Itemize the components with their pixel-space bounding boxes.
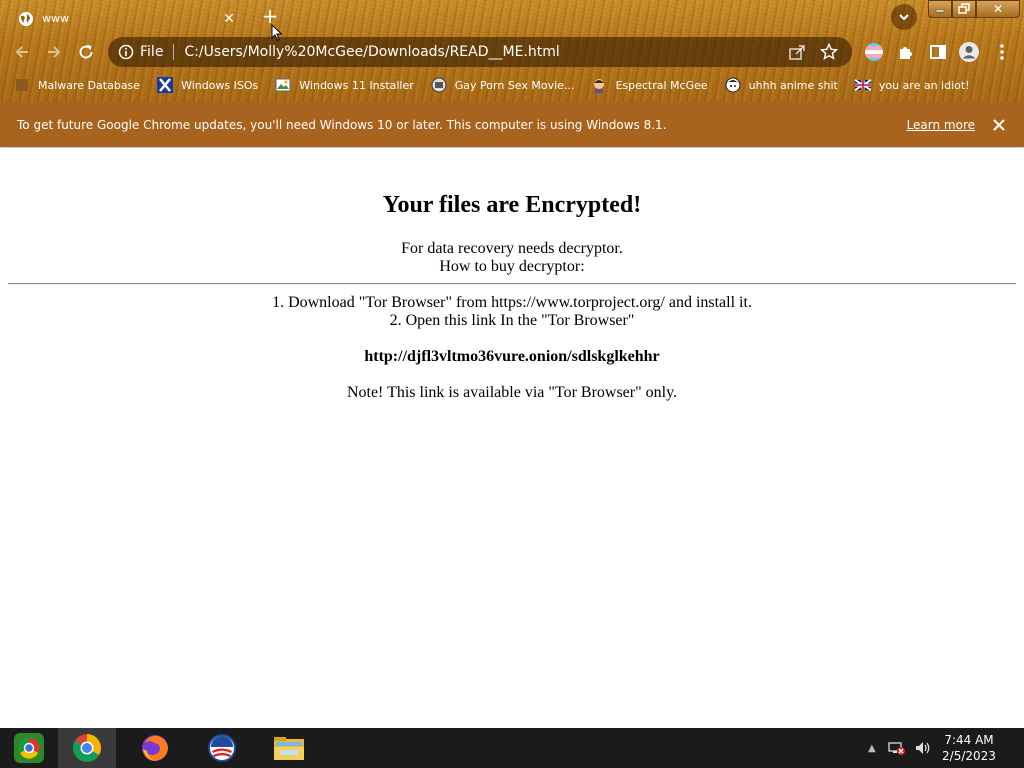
scheme-label: File <box>140 44 175 60</box>
network-disconnected-icon[interactable] <box>888 740 906 756</box>
bookmark-item[interactable]: Windows 11 Installer <box>275 77 414 93</box>
system-tray: ▲ <box>868 728 932 768</box>
uk-flag-icon <box>854 77 871 93</box>
bookmarks-bar: Malware Database Windows ISOs Windows 11… <box>0 71 1024 99</box>
taskbar-obama-app[interactable] <box>193 728 251 768</box>
page-content: Your files are Encrypted! For data recov… <box>0 148 1024 728</box>
restore-icon <box>958 3 970 14</box>
learn-more-link[interactable]: Learn more <box>907 118 975 132</box>
chevron-down-icon <box>899 14 909 21</box>
file-explorer-icon <box>274 737 304 760</box>
step-2-text: 2. Open this link In the "Tor Browser" <box>389 312 635 329</box>
bookmark-item[interactable]: uhhh anime shit <box>725 77 838 93</box>
tab-www[interactable]: www ✕ <box>8 3 248 34</box>
anime-avatar-icon <box>725 77 741 93</box>
bookmark-label: Windows 11 Installer <box>299 78 414 92</box>
show-hidden-icons-button[interactable]: ▲ <box>868 743 876 754</box>
arrow-right-icon <box>48 46 61 58</box>
tab-search-button[interactable] <box>891 4 917 30</box>
kebab-menu-icon <box>1000 44 1004 60</box>
bookmark-label: Malware Database <box>38 78 141 92</box>
infobar-message: To get future Google Chrome updates, you… <box>17 117 667 132</box>
chrome-icon <box>73 734 101 762</box>
start-button-icon <box>14 733 44 763</box>
bookmark-item[interactable]: Windows ISOs <box>157 77 258 93</box>
restore-button[interactable] <box>952 0 976 18</box>
start-button[interactable] <box>0 728 58 768</box>
clock-time: 7:44 AM <box>944 733 994 747</box>
note-text: Note! This link is available via "Tor Br… <box>346 384 678 401</box>
globe-icon <box>19 11 33 26</box>
account-icon <box>959 42 979 62</box>
update-infobar: To get future Google Chrome updates, you… <box>0 102 1024 147</box>
bookmark-favicon <box>14 77 30 93</box>
bookmark-label: you are an idiot! <box>878 78 970 92</box>
bookmark-label: Gay Porn Sex Movie... <box>454 78 575 92</box>
reload-button[interactable] <box>74 40 98 64</box>
bookmark-label: uhhh anime shit <box>748 78 838 92</box>
tab-title: www <box>42 12 69 25</box>
bookmark-item[interactable]: Malware Database <box>14 77 140 93</box>
side-panel-icon <box>930 45 946 59</box>
bookmark-label: Espectral McGee <box>615 78 708 92</box>
forward-button[interactable] <box>42 40 66 64</box>
profile-button[interactable] <box>958 41 980 63</box>
recovery-text: For data recovery needs decryptor. <box>401 240 623 257</box>
menu-button[interactable] <box>991 41 1013 63</box>
onion-link: http://djfl3vltmo36vure.onion/sdlskglkeh… <box>364 348 660 365</box>
tab-close-icon[interactable]: ✕ <box>220 11 238 27</box>
bookmark-label: Windows ISOs <box>181 78 259 92</box>
bookmark-item[interactable]: you are an idiot! <box>854 77 970 93</box>
info-icon[interactable] <box>118 44 134 60</box>
how-to-buy-text: How to buy decryptor: <box>439 258 585 275</box>
minimize-button[interactable] <box>928 0 952 18</box>
page-heading: Your files are Encrypted! <box>382 192 642 218</box>
side-panel-button[interactable] <box>927 41 949 63</box>
extensions-button[interactable] <box>895 41 917 63</box>
browser-frame: www ✕ + ✕ File C:/Users/Molly%20McGee/Do… <box>0 0 1024 102</box>
avatar-icon <box>591 77 607 93</box>
clock-date: 2/5/2023 <box>942 749 996 763</box>
back-button[interactable] <box>10 40 34 64</box>
firefox-icon <box>142 735 168 761</box>
toolbar: File C:/Users/Molly%20McGee/Downloads/RE… <box>0 34 1024 70</box>
close-icon[interactable] <box>992 118 1006 132</box>
arrow-left-icon <box>15 46 28 58</box>
url-text[interactable]: C:/Users/Molly%20McGee/Downloads/READ__M… <box>184 44 788 60</box>
trans-flag-icon <box>865 43 883 61</box>
x-logo-icon <box>157 77 174 93</box>
bookmark-item[interactable]: Gay Porn Sex Movie... <box>431 77 575 93</box>
tab-strip: www ✕ + ✕ <box>0 0 1024 42</box>
bookmark-favicon <box>431 77 447 93</box>
close-window-button[interactable]: ✕ <box>976 0 1020 18</box>
taskbar-firefox[interactable] <box>126 728 184 768</box>
share-icon[interactable] <box>788 43 806 61</box>
system-clock[interactable]: 7:44 AM 2/5/2023 <box>934 732 1004 764</box>
horizontal-rule <box>8 283 1016 285</box>
reload-icon <box>79 45 93 59</box>
taskbar-chrome[interactable] <box>58 728 116 768</box>
minimize-icon <box>935 9 945 13</box>
image-icon <box>275 77 291 93</box>
profile-flag-avatar[interactable] <box>863 41 885 63</box>
taskbar-file-explorer[interactable] <box>260 728 318 768</box>
volume-icon[interactable] <box>914 740 932 756</box>
obama-logo-icon <box>208 734 236 762</box>
step-1-text: 1. Download "Tor Browser" from https://w… <box>272 294 752 311</box>
star-icon[interactable] <box>820 43 838 61</box>
close-icon: ✕ <box>992 2 1004 16</box>
bookmark-item[interactable]: Espectral McGee <box>591 77 708 93</box>
puzzle-icon <box>900 47 912 59</box>
address-bar[interactable]: File C:/Users/Molly%20McGee/Downloads/RE… <box>108 37 852 67</box>
taskbar: ▲ 7:44 AM 2/5/2023 <box>0 728 1024 768</box>
